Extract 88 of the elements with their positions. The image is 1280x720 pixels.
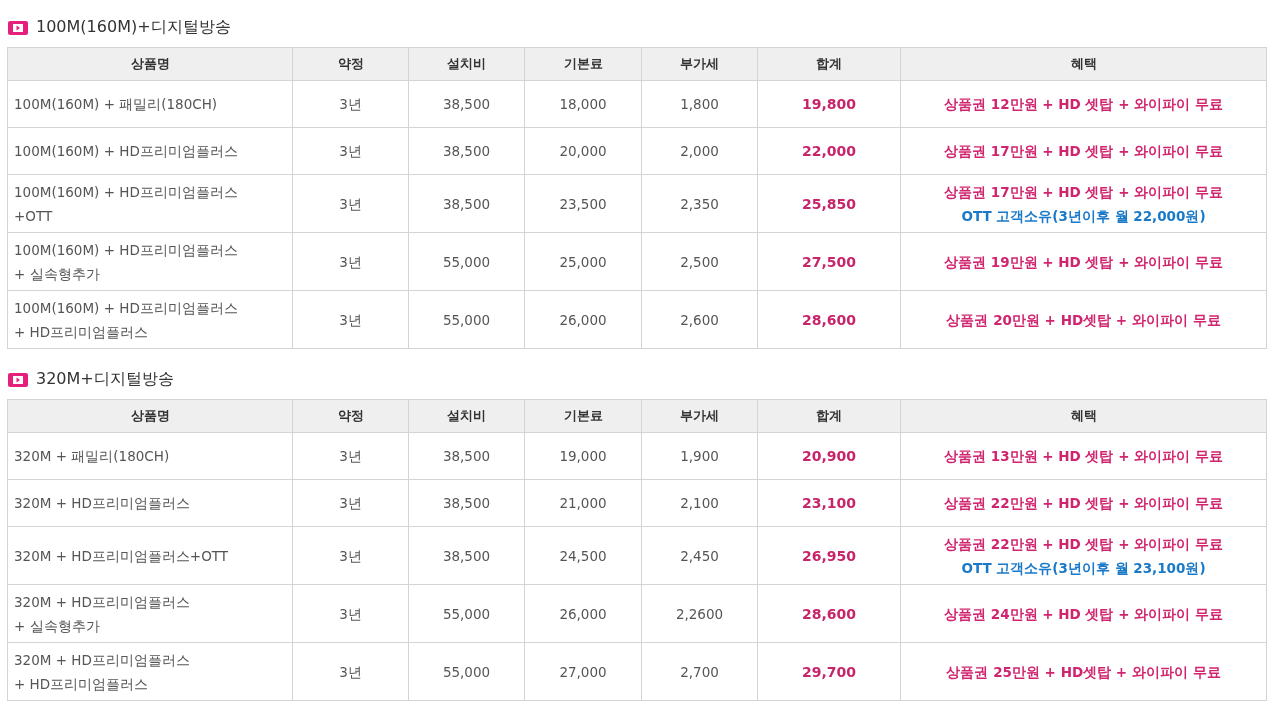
table-cell: 3년 <box>292 174 409 233</box>
total-cell: 20,900 <box>757 432 901 480</box>
table-cell: 1,800 <box>641 80 758 128</box>
table-cell: 38,500 <box>408 526 525 585</box>
column-header: 기본료 <box>524 47 642 81</box>
table-cell: 2,350 <box>641 174 758 233</box>
product-cell: 320M + HD프리미엄플러스+OTT <box>7 526 293 585</box>
benefit-cell: 상품권 12만원 + HD 셋탑 + 와이파이 무료 <box>900 80 1267 128</box>
table-cell: 3년 <box>292 432 409 480</box>
table-cell: 21,000 <box>524 479 642 527</box>
table-cell: 18,000 <box>524 80 642 128</box>
table-cell: 3년 <box>292 290 409 349</box>
table-cell: 19,000 <box>524 432 642 480</box>
total-cell: 19,800 <box>757 80 901 128</box>
table-cell: 38,500 <box>408 127 525 175</box>
table-cell: 38,500 <box>408 174 525 233</box>
column-header: 부가세 <box>641 399 758 433</box>
column-header: 혜택 <box>900 47 1267 81</box>
product-cell: 320M + HD프리미엄플러스 + 실속형추가 <box>7 584 293 643</box>
product-cell: 100M(160M) + HD프리미엄플러스 + HD프리미엄플러스 <box>7 290 293 349</box>
table-cell: 2,500 <box>641 232 758 291</box>
total-cell: 23,100 <box>757 479 901 527</box>
column-header: 설치비 <box>408 399 525 433</box>
table-cell: 55,000 <box>408 584 525 643</box>
table-cell: 2,700 <box>641 642 758 701</box>
table-cell: 23,500 <box>524 174 642 233</box>
column-header: 상품명 <box>7 47 293 81</box>
total-cell: 28,600 <box>757 290 901 349</box>
section-title: 320M+디지털방송 <box>36 369 174 390</box>
product-cell: 100M(160M) + 패밀리(180CH) <box>7 80 293 128</box>
table-cell: 3년 <box>292 232 409 291</box>
table-cell: 2,450 <box>641 526 758 585</box>
column-header: 상품명 <box>7 399 293 433</box>
column-header: 약정 <box>292 399 409 433</box>
column-header: 부가세 <box>641 47 758 81</box>
table-cell: 3년 <box>292 584 409 643</box>
product-cell: 320M + HD프리미엄플러스 + HD프리미엄플러스 <box>7 642 293 701</box>
table-cell: 3년 <box>292 80 409 128</box>
total-cell: 22,000 <box>757 127 901 175</box>
total-cell: 27,500 <box>757 232 901 291</box>
total-cell: 29,700 <box>757 642 901 701</box>
total-cell: 26,950 <box>757 526 901 585</box>
table-cell: 3년 <box>292 642 409 701</box>
table-cell: 2,100 <box>641 479 758 527</box>
column-header: 약정 <box>292 47 409 81</box>
product-cell: 320M + HD프리미엄플러스 <box>7 479 293 527</box>
product-cell: 320M + 패밀리(180CH) <box>7 432 293 480</box>
table-cell: 1,900 <box>641 432 758 480</box>
table-cell: 3년 <box>292 127 409 175</box>
table-cell: 38,500 <box>408 432 525 480</box>
table-cell: 25,000 <box>524 232 642 291</box>
table-cell: 24,500 <box>524 526 642 585</box>
product-cell: 100M(160M) + HD프리미엄플러스 + 실속형추가 <box>7 232 293 291</box>
product-cell: 100M(160M) + HD프리미엄플러스 <box>7 127 293 175</box>
benefit-cell: 상품권 22만원 + HD 셋탑 + 와이파이 무료 OTT 고객소유(3년이후 월 23,100원) <box>900 526 1267 585</box>
product-cell: 100M(160M) + HD프리미엄플러스 +OTT <box>7 174 293 233</box>
benefit-cell: 상품권 13만원 + HD 셋탑 + 와이파이 무료 <box>900 432 1267 480</box>
column-header: 설치비 <box>408 47 525 81</box>
table-cell: 3년 <box>292 479 409 527</box>
benefit-cell: 상품권 25만원 + HD셋탑 + 와이파이 무료 <box>900 642 1267 701</box>
table-cell: 2,2600 <box>641 584 758 643</box>
table-cell: 38,500 <box>408 80 525 128</box>
table-cell: 27,000 <box>524 642 642 701</box>
table-cell: 55,000 <box>408 290 525 349</box>
benefit-cell: 상품권 17만원 + HD 셋탑 + 와이파이 무료 <box>900 127 1267 175</box>
table-cell: 3년 <box>292 526 409 585</box>
table-cell: 20,000 <box>524 127 642 175</box>
table-cell: 55,000 <box>408 232 525 291</box>
play-icon <box>8 372 28 387</box>
table-cell: 26,000 <box>524 584 642 643</box>
benefit-cell: 상품권 22만원 + HD 셋탑 + 와이파이 무료 <box>900 479 1267 527</box>
benefit-cell: 상품권 20만원 + HD셋탑 + 와이파이 무료 <box>900 290 1267 349</box>
column-header: 합계 <box>757 47 901 81</box>
table-cell: 26,000 <box>524 290 642 349</box>
play-icon <box>8 20 28 35</box>
benefit-cell: 상품권 17만원 + HD 셋탑 + 와이파이 무료 OTT 고객소유(3년이후 월 22,000원) <box>900 174 1267 233</box>
column-header: 합계 <box>757 399 901 433</box>
table-cell: 2,600 <box>641 290 758 349</box>
table-cell: 38,500 <box>408 479 525 527</box>
section-title: 100M(160M)+디지털방송 <box>36 17 231 38</box>
column-header: 혜택 <box>900 399 1267 433</box>
table-cell: 2,000 <box>641 127 758 175</box>
total-cell: 28,600 <box>757 584 901 643</box>
column-header: 기본료 <box>524 399 642 433</box>
table-cell: 55,000 <box>408 642 525 701</box>
benefit-cell: 상품권 19만원 + HD 셋탑 + 와이파이 무료 <box>900 232 1267 291</box>
total-cell: 25,850 <box>757 174 901 233</box>
benefit-cell: 상품권 24만원 + HD 셋탑 + 와이파이 무료 <box>900 584 1267 643</box>
